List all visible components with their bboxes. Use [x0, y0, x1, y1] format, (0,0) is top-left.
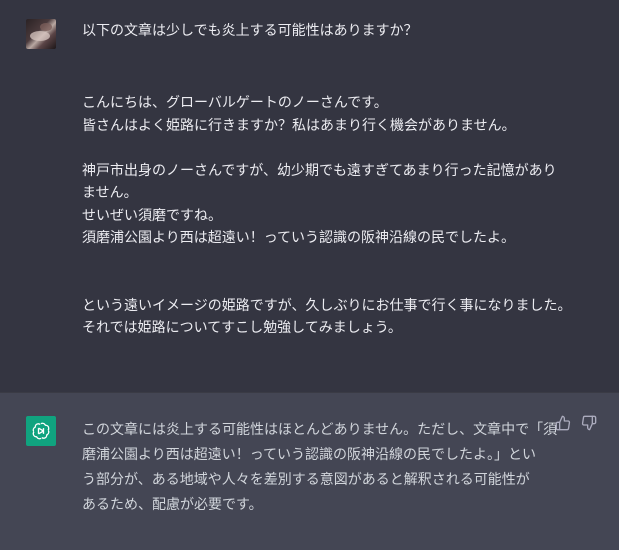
- user-line: という遠いイメージの姫路ですが、久しぶりにお仕事で行く事になりました。: [82, 297, 572, 314]
- assistant-line: う部分が、ある地域や人々を差別する意図があると解釈される可能性が: [82, 472, 530, 488]
- user-line: それでは姫路についてすこし勉強してみましょう。: [82, 320, 402, 336]
- user-message: 以下の文章は少しでも炎上する可能性はありますか？ こんにちは、グローバルゲートの…: [0, 0, 619, 392]
- assistant-line: あるため、配慮が必要です。: [82, 497, 263, 513]
- thumbs-down-icon[interactable]: [581, 415, 597, 431]
- user-line: [82, 250, 552, 273]
- assistant-message: この文章には炎上する可能性はほとんどありません。ただし、文章中で「須 磨浦公園よ…: [0, 392, 619, 550]
- chat-thread: 以下の文章は少しでも炎上する可能性はありますか？ こんにちは、グローバルゲートの…: [0, 0, 619, 550]
- user-line: [82, 137, 552, 160]
- user-line: 皆さんはよく姫路に行きますか？私はあまり行く機会がありません。: [82, 117, 516, 134]
- assistant-line: この文章には炎上する可能性はほとんどありません。ただし、文章中で「須: [82, 422, 558, 438]
- user-line: こんにちは、グローバルゲートのノーさんです。: [82, 95, 388, 111]
- assistant-line: 磨浦公園より西は超遠い！っていう認識の阪神沿線の民でしたよ。」とい: [82, 447, 537, 463]
- user-line: [82, 272, 552, 295]
- user-message-text: 以下の文章は少しでも炎上する可能性はありますか？: [82, 20, 552, 43]
- assistant-message-text: この文章には炎上する可能性はほとんどありません。ただし、文章中で「須 磨浦公園よ…: [82, 418, 558, 518]
- user-question: 以下の文章は少しでも炎上する可能性はありますか？: [82, 23, 418, 39]
- openai-logo-icon: [26, 416, 56, 446]
- user-line: 神戸市出身のノーさんですが、幼少期でも遠すぎてあまり行った記憶があり: [82, 162, 557, 179]
- user-line: せいぜい須磨ですね。: [82, 207, 222, 224]
- user-avatar: [26, 19, 56, 49]
- user-line: 須磨浦公園より西は超遠い！っていう認識の阪神沿線の民でしたよ。: [82, 230, 516, 246]
- thumbs-up-icon[interactable]: [555, 415, 571, 431]
- feedback-buttons: [555, 415, 597, 431]
- user-line: ません。: [82, 185, 138, 201]
- user-message-body: こんにちは、グローバルゲートのノーさんです。 皆さんはよく姫路に行きますか？私は…: [82, 92, 572, 340]
